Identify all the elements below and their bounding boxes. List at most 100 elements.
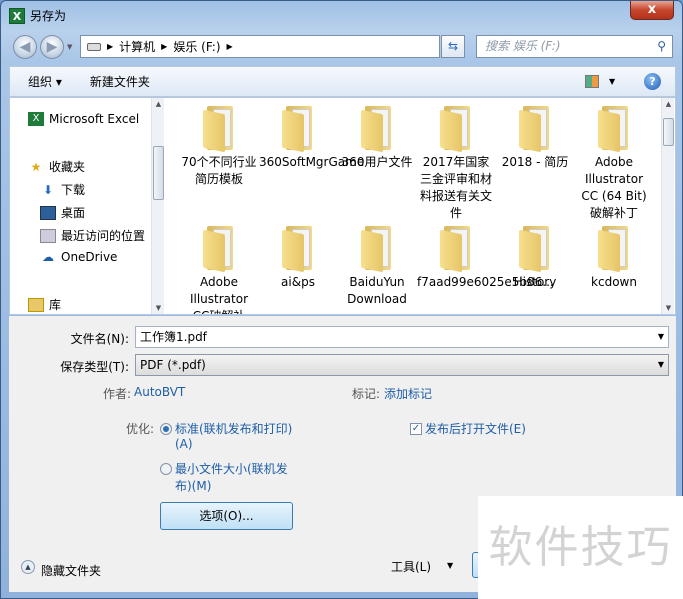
file-name: kcdown (591, 275, 637, 289)
scroll-down-icon[interactable]: ▼ (662, 304, 675, 312)
sidebar-item-desktop[interactable]: 桌面 (40, 204, 85, 221)
view-dropdown-icon[interactable]: ▼ (609, 77, 615, 86)
search-icon[interactable]: ⚲ (657, 36, 666, 57)
excel-icon: X (28, 112, 44, 126)
folder-icon (203, 226, 235, 273)
scroll-thumb[interactable] (663, 118, 674, 146)
desktop-icon (40, 205, 56, 220)
file-item[interactable]: ai&ps (259, 226, 337, 291)
sidebar-item-label: Microsoft Excel (49, 112, 140, 126)
tools-dropdown-icon[interactable]: ▼ (447, 561, 453, 570)
file-name: Adobe Illustrator CC (64 Bit) 破解补丁 (581, 155, 647, 220)
optimize-standard-radio[interactable] (160, 423, 172, 435)
back-button[interactable]: ◀ (13, 35, 37, 59)
open-after-publish-checkbox[interactable]: ✓ (410, 423, 422, 435)
file-item[interactable]: Adobe Illustrator CC (64 Bit) 破解补丁 (575, 106, 653, 222)
chevron-right-icon: ▶ (107, 42, 114, 51)
star-icon: ★ (30, 159, 42, 174)
file-name: BaiduYun Download (347, 275, 407, 306)
tools-button[interactable]: 工具(L) (391, 558, 431, 575)
hide-folders-button[interactable]: 隐藏文件夹 (41, 562, 101, 579)
scroll-up-icon[interactable]: ▲ (152, 100, 165, 108)
watermark: 软件技巧 (478, 496, 683, 599)
chevron-right-icon: ▶ (161, 42, 168, 51)
chevron-down-icon[interactable]: ▼ (658, 355, 664, 375)
filetype-select[interactable]: PDF (*.pdf) ▼ (135, 354, 669, 376)
file-item[interactable]: Adobe Illustrator CC破解补 (180, 226, 258, 314)
folder-icon (282, 226, 314, 273)
refresh-button[interactable]: ⇆ (441, 35, 465, 58)
folder-icon (519, 106, 551, 153)
sidebar-item-onedrive[interactable]: ☁ OneDrive (40, 250, 117, 264)
title-bar: X 另存为 (9, 7, 66, 24)
file-name: 360SoftMgrGame (259, 155, 365, 169)
sidebar-item-libraries[interactable]: 库 (28, 296, 61, 313)
file-item[interactable]: kcdown (575, 226, 653, 291)
chevron-right-icon: ▶ (226, 42, 233, 51)
sidebar-item-recent[interactable]: 最近访问的位置 (40, 227, 145, 244)
organize-button[interactable]: 组织 ▾ (28, 73, 62, 90)
scroll-down-icon[interactable]: ▼ (152, 304, 165, 312)
search-input[interactable]: 搜索 娱乐 (F:) ⚲ (476, 35, 673, 58)
author-value[interactable]: AutoBVT (134, 385, 185, 399)
sidebar-item-favorites[interactable]: ★ 收藏夹 (28, 158, 85, 175)
file-item[interactable]: 2018 - 简历 (496, 106, 574, 171)
close-button[interactable]: x (630, 1, 674, 20)
folder-icon (519, 226, 551, 273)
optimize-minimum-radio[interactable] (160, 463, 172, 475)
sidebar-item-label: 最近访问的位置 (61, 229, 146, 243)
chevron-down-icon[interactable]: ▼ (658, 327, 664, 347)
folder-icon (598, 106, 630, 153)
folder-icon (440, 106, 472, 153)
folder-icon (203, 106, 235, 153)
file-item[interactable]: 360SoftMgrGame (259, 106, 365, 171)
open-after-publish-label[interactable]: 发布后打开文件(E) (425, 420, 526, 437)
label-text: 标准(联机发布和打印) (175, 422, 293, 436)
collapse-icon[interactable]: ▲ (21, 560, 35, 574)
sidebar-item-label: 收藏夹 (49, 160, 86, 174)
breadcrumb-computer[interactable]: 计算机 (119, 38, 155, 55)
file-name: ai&ps (281, 275, 315, 289)
scroll-thumb[interactable] (153, 146, 164, 200)
recent-icon (40, 228, 56, 243)
file-name: 70个不同行业简历模板 (181, 155, 257, 186)
file-list-scrollbar[interactable]: ▲ ▼ (661, 98, 674, 314)
author-label: 作者: (103, 387, 132, 401)
history-dropdown-icon[interactable]: ▼ (67, 43, 72, 51)
forward-button[interactable]: ▶ (40, 35, 64, 59)
file-item[interactable]: f7aad99e6025e5b86... (417, 226, 554, 291)
navigation-scrollbar[interactable]: ▲ ▼ (151, 98, 164, 314)
sidebar-item-excel[interactable]: X Microsoft Excel (28, 112, 139, 126)
file-item[interactable]: History (496, 226, 574, 291)
scroll-up-icon[interactable]: ▲ (662, 100, 675, 108)
sidebar-item-label: 下载 (61, 183, 86, 197)
filename-value: 工作簿1.pdf (140, 330, 207, 344)
filetype-value: PDF (*.pdf) (140, 358, 206, 372)
help-icon[interactable]: ? (644, 73, 661, 90)
tags-value[interactable]: 添加标记 (384, 385, 432, 402)
folder-icon (361, 226, 393, 273)
view-icon[interactable] (585, 75, 599, 88)
excel-icon: X (9, 7, 25, 24)
filename-input[interactable]: 工作簿1.pdf ▼ (135, 326, 669, 348)
drive-icon (87, 42, 101, 51)
label-key: 布)(M) (175, 479, 212, 493)
toolbar: 组织 ▾ 新建文件夹 ▼ ? (9, 66, 676, 97)
sidebar-item-downloads[interactable]: ⬇ 下载 (40, 181, 85, 198)
file-item[interactable]: 70个不同行业简历模板 (180, 106, 258, 188)
breadcrumb-drive[interactable]: 娱乐 (F:) (173, 38, 220, 55)
sidebar-item-label: 桌面 (61, 206, 86, 220)
label-key: (A) (175, 437, 193, 451)
navigation-pane: X Microsoft Excel ★ 收藏夹 ⬇ 下载 桌面 最近访问的位置 ☁ On… (10, 98, 163, 314)
new-folder-button[interactable]: 新建文件夹 (90, 73, 150, 90)
optimize-minimum-label[interactable]: 最小文件大小(联机发 布)(M) (175, 460, 288, 494)
window-title: 另存为 (30, 9, 67, 23)
address-bar[interactable]: ▶ 计算机 ▶ 娱乐 (F:) ▶ ▼ (80, 35, 514, 58)
file-item[interactable]: 2017年国家三金评审和材料报送有关文件 (417, 106, 495, 222)
optimize-standard-label[interactable]: 标准(联机发布和打印) (A) (175, 420, 292, 451)
options-button[interactable]: 选项(O)... (160, 502, 293, 530)
tags-label: 标记: (352, 387, 381, 401)
file-item[interactable]: 360用户文件 (338, 106, 416, 171)
optimize-label: 优化: (126, 422, 155, 436)
file-item[interactable]: BaiduYun Download (338, 226, 416, 308)
